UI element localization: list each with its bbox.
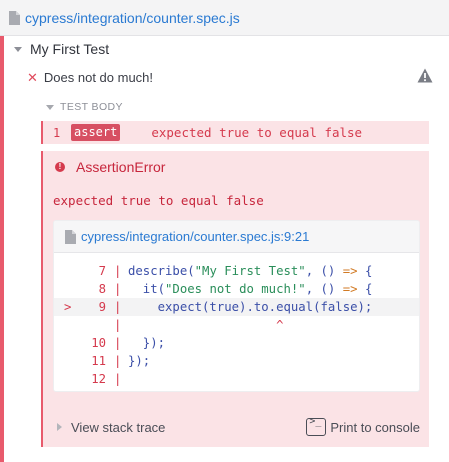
print-to-console-label: Print to console: [330, 419, 420, 435]
code-line: 12 |: [54, 370, 419, 388]
code-text: });: [128, 336, 166, 350]
test-body-toggle[interactable]: TEST BODY: [46, 101, 123, 113]
file-icon: [9, 10, 20, 25]
error-title: ! AssertionError: [55, 159, 165, 175]
warning-icon[interactable]: [417, 68, 433, 88]
spec-file-link[interactable]: cypress/integration/counter.spec.js: [25, 10, 240, 26]
code-frame-file-link[interactable]: cypress/integration/counter.spec.js:9:21: [81, 229, 309, 244]
view-stack-trace-toggle[interactable]: View stack trace: [71, 420, 165, 435]
error-icon: !: [55, 162, 65, 172]
code-frame: cypress/integration/counter.spec.js:9:21…: [53, 220, 420, 392]
file-path-bar: cypress/integration/counter.spec.js: [0, 0, 449, 36]
current-line-marker: >: [64, 300, 72, 314]
file-icon: [65, 229, 76, 244]
code-line: 10 | });: [54, 334, 419, 352]
code-text: describe("My First Test", () => {: [128, 264, 373, 278]
test-row[interactable]: ✕ Does not do much!: [27, 67, 437, 87]
line-number: 10: [91, 336, 106, 350]
line-number: 9: [98, 300, 106, 314]
failed-state-indicator: [0, 36, 4, 462]
code-frame-body: 7 | describe("My First Test", () => { 8 …: [54, 253, 419, 388]
error-message: expected true to equal false: [53, 193, 264, 208]
test-title: Does not do much!: [43, 69, 154, 85]
suite-title: My First Test: [30, 41, 110, 57]
chevron-down-icon: [14, 46, 22, 52]
error-caret: ^: [128, 318, 284, 332]
line-number: 11: [91, 354, 106, 368]
code-text: it("Does not do much!", () => {: [128, 282, 373, 296]
error-name: AssertionError: [76, 159, 166, 175]
code-line: 11 | });: [54, 352, 419, 370]
code-frame-header: cypress/integration/counter.spec.js:9:21: [54, 221, 419, 253]
command-name-badge: assert: [71, 124, 121, 141]
chevron-right-icon: [57, 423, 62, 431]
line-number: 7: [98, 264, 106, 278]
code-text: expect(true).to.equal(false);: [128, 300, 373, 314]
command-message: expected true to equal false: [151, 125, 363, 140]
code-line: 8 | it("Does not do much!", () => {: [54, 280, 419, 298]
code-text: });: [128, 354, 151, 368]
line-number: 8: [98, 282, 106, 296]
command-number: 1: [53, 125, 61, 140]
chevron-down-icon: [46, 104, 54, 110]
print-to-console-button[interactable]: >_ Print to console: [306, 415, 420, 439]
test-body-label: TEST BODY: [60, 101, 123, 113]
code-line: 7 | describe("My First Test", () => {: [54, 262, 419, 280]
code-line: | ^: [114, 318, 284, 332]
command-row-assert[interactable]: 1 assert expected true to equal false: [41, 121, 429, 144]
line-number: 12: [91, 372, 106, 386]
suite-row[interactable]: My First Test: [14, 40, 109, 58]
terminal-icon: >_: [306, 416, 327, 436]
code-line-highlighted: > 9 | expect(true).to.equal(false);: [54, 298, 419, 316]
error-footer: View stack trace >_ Print to console: [43, 409, 429, 445]
error-panel: ! AssertionError expected true to equal …: [41, 151, 429, 447]
close-icon: ✕: [27, 69, 38, 85]
